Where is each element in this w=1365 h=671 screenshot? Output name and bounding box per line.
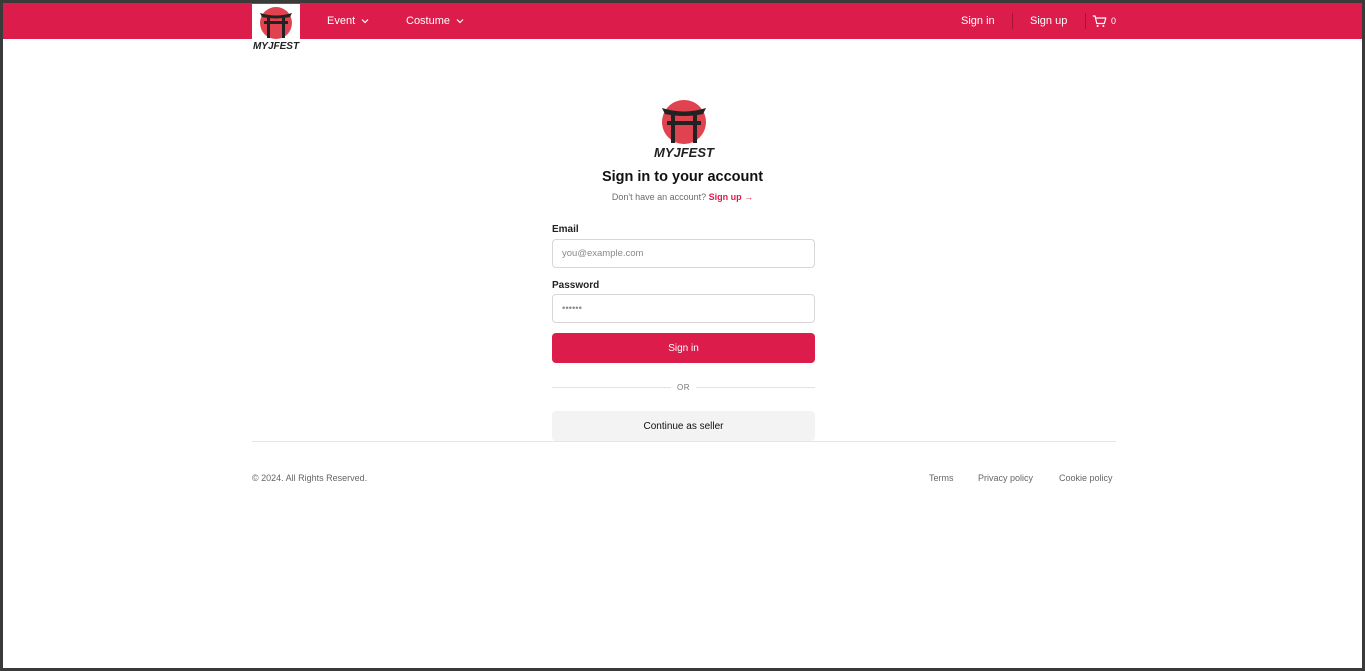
or-divider: OR	[552, 381, 815, 393]
svg-text:MYJFEST: MYJFEST	[654, 145, 715, 160]
chevron-down-icon	[456, 19, 464, 24]
or-text: OR	[677, 382, 690, 392]
header-signin-link[interactable]: Sign in	[961, 3, 995, 39]
signup-link[interactable]: Sign up →	[709, 192, 754, 202]
footer-divider	[252, 441, 1116, 442]
divider-line	[552, 386, 671, 388]
signup-prompt-text: Don't have an account?	[611, 192, 707, 202]
password-field[interactable]	[552, 294, 815, 323]
header-divider	[1085, 13, 1086, 29]
cart-icon	[1092, 14, 1107, 27]
signin-button[interactable]: Sign in	[552, 333, 815, 363]
page-title: Sign in to your account	[601, 169, 764, 185]
header-signup-label: Sign up	[1030, 15, 1068, 27]
nav-event-label: Event	[327, 15, 356, 27]
nav-event-dropdown[interactable]: Event	[327, 3, 369, 39]
header-signup-link[interactable]: Sign up	[1030, 3, 1067, 39]
continue-as-seller-button[interactable]: Continue as seller	[552, 411, 815, 441]
browser-viewport: Event Costume Sign in Sign up 0 MYJFEST …	[3, 3, 1362, 668]
cart-button[interactable]: 0	[1092, 3, 1116, 39]
chevron-down-icon	[361, 19, 369, 24]
main-logo: MYJFEST	[653, 100, 715, 165]
copyright-text: © 2024. All Rights Reserved.	[252, 473, 368, 483]
cart-count: 0	[1111, 16, 1117, 26]
footer-link-cookie[interactable]: Cookie policy	[1059, 473, 1113, 483]
signup-prompt: Don't have an account? Sign up →	[3, 192, 1362, 202]
email-label: Email	[552, 224, 579, 235]
header-logo[interactable]: MYJFEST	[252, 4, 300, 53]
footer-link-privacy[interactable]: Privacy policy	[978, 473, 1033, 483]
header-signin-label: Sign in	[961, 15, 995, 27]
nav-costume-dropdown[interactable]: Costume	[406, 3, 464, 39]
top-navbar: Event Costume Sign in Sign up 0	[3, 3, 1362, 39]
jfest-logo-icon: MYJFEST	[654, 100, 715, 160]
header-divider	[1012, 13, 1013, 29]
email-field[interactable]	[552, 239, 815, 268]
nav-costume-label: Costume	[406, 15, 451, 27]
footer-link-terms[interactable]: Terms	[929, 473, 954, 483]
divider-line	[696, 386, 815, 388]
jfest-logo-icon: MYJFEST	[253, 7, 300, 52]
svg-text:MYJFEST: MYJFEST	[253, 41, 300, 52]
password-label: Password	[552, 280, 600, 291]
